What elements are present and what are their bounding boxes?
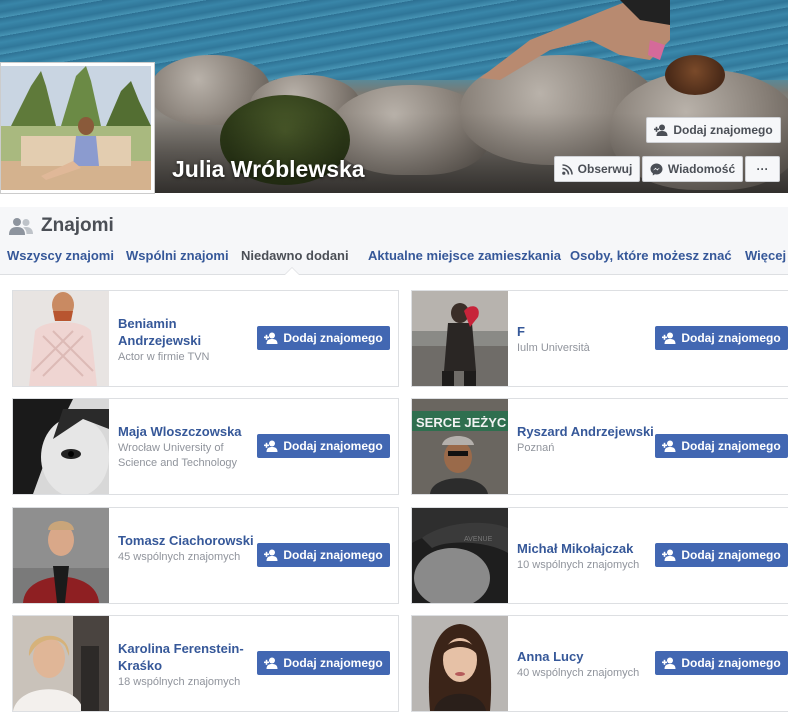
- add-friend-icon: [662, 332, 676, 344]
- friends-title: Znajomi: [9, 215, 114, 237]
- add-friend-icon: [264, 332, 278, 344]
- cover-person-figure: [480, 0, 670, 80]
- friends-tabs: Wszyscy znajomi Wspólni znajomi Niedawno…: [0, 248, 788, 275]
- active-tab-caret: [285, 268, 299, 275]
- add-friend-label: Dodaj znajomego: [283, 548, 383, 562]
- svg-text:SERCE JEŻYC: SERCE JEŻYC: [416, 415, 507, 430]
- friend-card: Tomasz Ciachorowski 45 wspólnych znajomy…: [12, 507, 399, 604]
- friend-info: Karolina Ferenstein-Kraśko 18 wspólnych …: [118, 640, 258, 690]
- add-friend-label: Dodaj znajomego: [283, 656, 383, 670]
- add-friend-label: Dodaj znajomego: [283, 439, 383, 453]
- friend-subtitle: 18 wspólnych znajomych: [118, 676, 241, 688]
- friend-photo[interactable]: [13, 291, 109, 386]
- profile-name[interactable]: Julia Wróblewska: [172, 156, 365, 183]
- friend-subtitle: Iulm Università: [517, 342, 590, 354]
- add-friend-button[interactable]: Dodaj znajomego: [655, 651, 788, 675]
- friend-card: F Iulm Università Dodaj znajomego: [411, 290, 788, 387]
- friend-photo[interactable]: [412, 616, 508, 711]
- tab-recently-added[interactable]: Niedawno dodani: [241, 248, 349, 263]
- friend-name[interactable]: Karolina Ferenstein-Kraśko: [118, 640, 258, 674]
- friend-photo[interactable]: [13, 508, 109, 603]
- add-friend-icon: [264, 549, 278, 561]
- friend-name[interactable]: F: [517, 323, 657, 340]
- friend-info: Ryszard Andrzejewski Poznań: [517, 423, 657, 456]
- cover-bush: [665, 55, 725, 95]
- message-button[interactable]: Wiadomość: [642, 156, 743, 182]
- friend-subtitle: 40 wspólnych znajomych: [517, 667, 640, 679]
- rss-icon: [561, 163, 573, 175]
- friend-name[interactable]: Anna Lucy: [517, 648, 667, 665]
- cover-add-friend-button[interactable]: Dodaj znajomego: [646, 117, 781, 143]
- friend-photo[interactable]: SERCE JEŻYC: [412, 399, 508, 494]
- friend-name[interactable]: Michał Mikołajczak: [517, 540, 667, 557]
- friend-subtitle: Actor w firmie TVN: [118, 351, 210, 363]
- friend-info: Michał Mikołajczak 10 wspólnych znajomyc…: [517, 540, 667, 573]
- tab-more[interactable]: Więcej: [745, 248, 786, 263]
- add-friend-button[interactable]: Dodaj znajomego: [257, 326, 390, 350]
- add-friend-button[interactable]: Dodaj znajomego: [257, 543, 390, 567]
- friend-subtitle: 45 wspólnych znajomych: [118, 551, 241, 563]
- friend-card: Beniamin Andrzejewski Actor w firmie TVN…: [12, 290, 399, 387]
- tab-all-friends[interactable]: Wszyscy znajomi: [7, 248, 114, 263]
- friend-subtitle: Poznań: [517, 442, 555, 454]
- friend-photo[interactable]: [412, 291, 508, 386]
- friend-info: Tomasz Ciachorowski 45 wspólnych znajomy…: [118, 532, 258, 565]
- friends-icon: [9, 218, 33, 235]
- cover-add-friend-label: Dodaj znajomego: [673, 123, 773, 137]
- friend-name[interactable]: Beniamin Andrzejewski: [118, 315, 258, 349]
- add-friend-label: Dodaj znajomego: [681, 439, 781, 453]
- friends-title-label: Znajomi: [41, 215, 114, 236]
- friend-info: F Iulm Università: [517, 323, 657, 356]
- friend-card: Maja Wloszczowska Wrocław University of …: [12, 398, 399, 495]
- add-friend-button[interactable]: Dodaj znajomego: [257, 434, 390, 458]
- message-label: Wiadomość: [667, 162, 736, 176]
- follow-label: Obserwuj: [577, 162, 633, 176]
- profile-picture-image: [1, 66, 151, 190]
- friend-name[interactable]: Ryszard Andrzejewski: [517, 423, 657, 440]
- more-options-label: ···: [756, 162, 769, 176]
- tab-people-you-may-know[interactable]: Osoby, które możesz znać: [570, 248, 732, 263]
- friends-header: Znajomi Wszyscy znajomi Wspólni znajomi …: [0, 207, 788, 275]
- add-friend-icon: [654, 124, 668, 136]
- add-friend-button[interactable]: Dodaj znajomego: [655, 543, 788, 567]
- friend-subtitle: Wrocław University of Science and Techno…: [118, 442, 238, 469]
- friend-card: Karolina Ferenstein-Kraśko 18 wspólnych …: [12, 615, 399, 712]
- tab-current-city[interactable]: Aktualne miejsce zamieszkania: [368, 248, 561, 263]
- add-friend-icon: [264, 440, 278, 452]
- add-friend-icon: [662, 440, 676, 452]
- friend-subtitle: 10 wspólnych znajomych: [517, 559, 640, 571]
- friend-photo[interactable]: [13, 616, 109, 711]
- messenger-icon: [650, 163, 663, 175]
- add-friend-label: Dodaj znajomego: [681, 656, 781, 670]
- friend-card: Anna Lucy 40 wspólnych znajomych Dodaj z…: [411, 615, 788, 712]
- friend-photo[interactable]: [13, 399, 109, 494]
- friend-info: Maja Wloszczowska Wrocław University of …: [118, 423, 258, 471]
- add-friend-button[interactable]: Dodaj znajomego: [257, 651, 390, 675]
- friend-name[interactable]: Tomasz Ciachorowski: [118, 532, 258, 549]
- add-friend-icon: [662, 549, 676, 561]
- follow-button[interactable]: Obserwuj: [554, 156, 640, 182]
- svg-text:AVENUE: AVENUE: [464, 536, 493, 543]
- add-friend-icon: [264, 657, 278, 669]
- add-friend-label: Dodaj znajomego: [681, 548, 781, 562]
- add-friend-label: Dodaj znajomego: [681, 331, 781, 345]
- friend-card: SERCE JEŻYC Ryszard Andrzejewski Poznań …: [411, 398, 788, 495]
- profile-picture[interactable]: [0, 62, 155, 194]
- friend-info: Beniamin Andrzejewski Actor w firmie TVN: [118, 315, 258, 365]
- more-options-button[interactable]: ···: [745, 156, 780, 182]
- add-friend-button[interactable]: Dodaj znajomego: [655, 326, 788, 350]
- add-friend-label: Dodaj znajomego: [283, 331, 383, 345]
- tab-mutual-friends[interactable]: Wspólni znajomi: [126, 248, 229, 263]
- friend-name[interactable]: Maja Wloszczowska: [118, 423, 258, 440]
- friend-info: Anna Lucy 40 wspólnych znajomych: [517, 648, 667, 681]
- add-friend-button[interactable]: Dodaj znajomego: [655, 434, 788, 458]
- friend-card: AVENUE Michał Mikołajczak 10 wspólnych z…: [411, 507, 788, 604]
- add-friend-icon: [662, 657, 676, 669]
- friend-photo[interactable]: AVENUE: [412, 508, 508, 603]
